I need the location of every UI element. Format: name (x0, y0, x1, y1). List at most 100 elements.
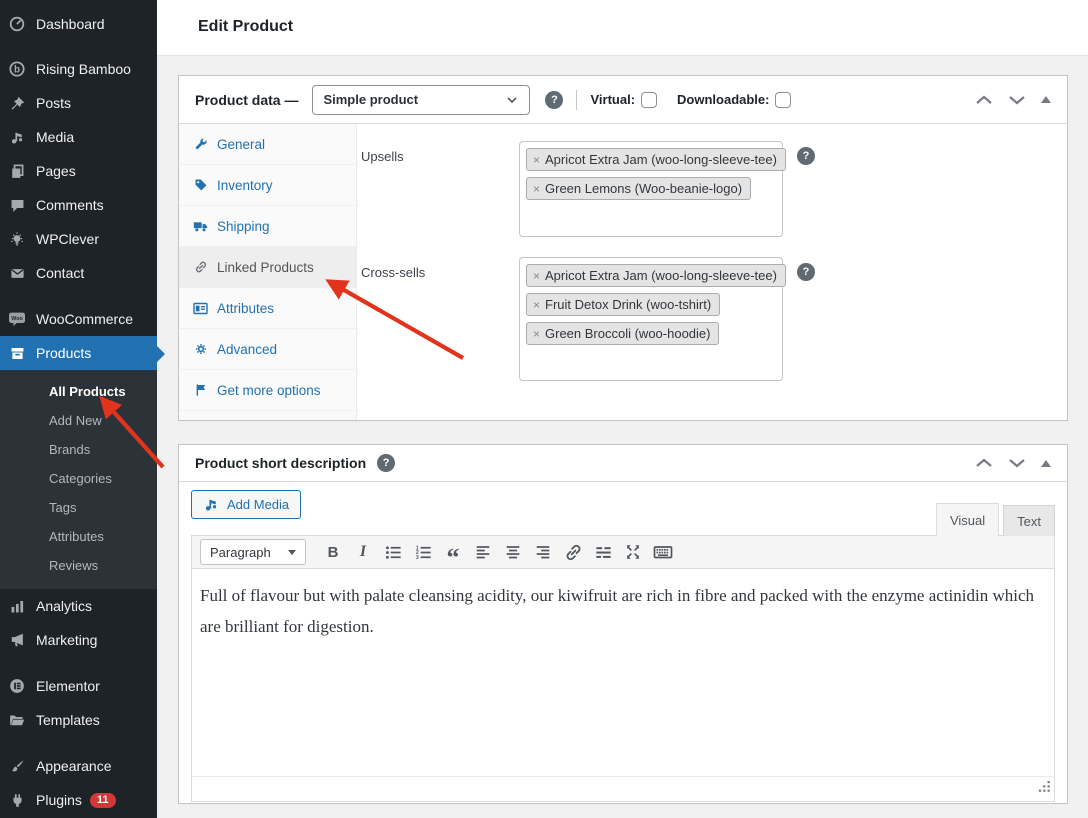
submenu-reviews[interactable]: Reviews (0, 551, 157, 580)
upsells-select[interactable]: ×Apricot Extra Jam (woo-long-sleeve-tee)… (519, 141, 783, 237)
upsell-chip[interactable]: ×Green Lemons (Woo-beanie-logo) (526, 177, 751, 200)
italic-icon[interactable]: I (348, 539, 378, 565)
media-icon (7, 127, 27, 147)
sidebar-item-contact[interactable]: Contact (0, 256, 157, 290)
tab-inventory[interactable]: Inventory (179, 165, 356, 206)
remove-chip-icon[interactable]: × (533, 269, 540, 283)
blockquote-icon[interactable]: “ (438, 539, 468, 565)
tab-attributes[interactable]: Attributes (179, 288, 356, 329)
admin-sidebar: Dashboard b Rising Bamboo Posts Media Pa… (0, 0, 157, 818)
sidebar-label: Contact (36, 265, 84, 281)
sidebar-item-wpclever[interactable]: WPClever (0, 222, 157, 256)
sidebar-label: Marketing (36, 632, 97, 648)
svg-text:3: 3 (415, 555, 418, 561)
help-icon[interactable]: ? (797, 263, 815, 281)
move-panel-up-icon[interactable] (975, 456, 993, 470)
sidebar-item-posts[interactable]: Posts (0, 86, 157, 120)
sidebar-item-pages[interactable]: Pages (0, 154, 157, 188)
align-right-icon[interactable] (528, 539, 558, 565)
tag-icon (193, 178, 208, 193)
move-panel-down-icon[interactable] (1008, 456, 1026, 470)
upsells-field: Upsells ×Apricot Extra Jam (woo-long-sle… (361, 141, 1053, 237)
product-type-select[interactable]: Simple product (312, 85, 530, 115)
virtual-checkbox[interactable] (641, 92, 657, 108)
move-panel-up-icon[interactable] (975, 93, 993, 107)
sidebar-item-woocommerce[interactable]: Woo WooCommerce (0, 302, 157, 336)
sidebar-item-marketing[interactable]: Marketing (0, 623, 157, 657)
align-center-icon[interactable] (498, 539, 528, 565)
help-icon[interactable]: ? (545, 91, 563, 109)
chevron-down-icon (505, 93, 519, 107)
tab-general[interactable]: General (179, 124, 356, 165)
cross-sells-label: Cross-sells (361, 257, 519, 381)
sidebar-item-elementor[interactable]: Elementor (0, 669, 157, 703)
wrench-icon (193, 137, 208, 152)
sidebar-item-analytics[interactable]: Analytics (0, 589, 157, 623)
cross-sell-chip[interactable]: ×Green Broccoli (woo-hoodie) (526, 322, 719, 345)
flag-icon (193, 383, 208, 398)
sidebar-label: Appearance (36, 758, 112, 774)
sidebar-item-comments[interactable]: Comments (0, 188, 157, 222)
sidebar-item-appearance[interactable]: Appearance (0, 749, 157, 783)
submenu-tags[interactable]: Tags (0, 493, 157, 522)
sidebar-item-templates[interactable]: Templates (0, 703, 157, 737)
remove-chip-icon[interactable]: × (533, 153, 540, 167)
sidebar-label: Dashboard (36, 16, 105, 32)
submenu-brands[interactable]: Brands (0, 435, 157, 464)
cross-sells-select[interactable]: ×Apricot Extra Jam (woo-long-sleeve-tee)… (519, 257, 783, 381)
help-icon[interactable]: ? (377, 454, 395, 472)
tab-linked-products[interactable]: Linked Products (179, 247, 356, 288)
bulleted-list-icon[interactable] (378, 539, 408, 565)
editor: Add Media Visual Text Paragraph B I 123 … (179, 482, 1067, 802)
add-media-button[interactable]: Add Media (191, 490, 301, 519)
tab-shipping[interactable]: Shipping (179, 206, 356, 247)
tab-text[interactable]: Text (1003, 505, 1055, 536)
remove-chip-icon[interactable]: × (533, 182, 540, 196)
read-more-icon[interactable] (588, 539, 618, 565)
tab-visual[interactable]: Visual (936, 503, 999, 536)
sidebar-item-media[interactable]: Media (0, 120, 157, 154)
remove-chip-icon[interactable]: × (533, 298, 540, 312)
tab-advanced[interactable]: Advanced (179, 329, 356, 370)
numbered-list-icon[interactable]: 123 (408, 539, 438, 565)
short-description-text: Full of flavour but with palate cleansin… (200, 581, 1045, 642)
link-icon[interactable] (558, 539, 588, 565)
sidebar-item-rising-bamboo[interactable]: b Rising Bamboo (0, 52, 157, 86)
editor-content[interactable]: Full of flavour but with palate cleansin… (192, 569, 1054, 776)
cross-sells-field: Cross-sells ×Apricot Extra Jam (woo-long… (361, 257, 1053, 381)
bold-icon[interactable]: B (318, 539, 348, 565)
page-title: Edit Product (157, 0, 1088, 36)
paragraph-dropdown[interactable]: Paragraph (200, 539, 306, 565)
downloadable-checkbox[interactable] (775, 92, 791, 108)
help-icon[interactable]: ? (797, 147, 815, 165)
sidebar-label: Plugins (36, 792, 82, 808)
short-description-header: Product short description ? (179, 445, 1067, 482)
product-data-panel: Product data — Simple product ? Virtual:… (178, 75, 1068, 421)
collapse-panel-icon[interactable] (1041, 460, 1051, 467)
cross-sell-chip[interactable]: ×Fruit Detox Drink (woo-tshirt) (526, 293, 720, 316)
fullscreen-icon[interactable] (618, 539, 648, 565)
collapse-panel-icon[interactable] (1041, 96, 1051, 103)
product-data-title: Product data — (195, 92, 298, 108)
tab-get-more-options[interactable]: Get more options (179, 370, 356, 411)
sidebar-label: Comments (36, 197, 104, 213)
resize-grip[interactable] (1038, 780, 1051, 798)
submenu-attributes[interactable]: Attributes (0, 522, 157, 551)
submenu-all-products[interactable]: All Products (0, 377, 157, 406)
move-panel-down-icon[interactable] (1008, 93, 1026, 107)
products-submenu: All Products Add New Brands Categories T… (0, 370, 157, 589)
sidebar-item-products[interactable]: Products (0, 336, 157, 370)
keyboard-icon[interactable] (648, 539, 678, 565)
elementor-icon (7, 676, 27, 696)
remove-chip-icon[interactable]: × (533, 327, 540, 341)
editor-statusbar (192, 776, 1054, 801)
sidebar-item-dashboard[interactable]: Dashboard (0, 7, 157, 41)
sidebar-label: Templates (36, 712, 100, 728)
cross-sell-chip[interactable]: ×Apricot Extra Jam (woo-long-sleeve-tee) (526, 264, 786, 287)
align-left-icon[interactable] (468, 539, 498, 565)
sidebar-item-plugins[interactable]: Plugins 11 (0, 783, 157, 817)
submenu-categories[interactable]: Categories (0, 464, 157, 493)
submenu-add-new[interactable]: Add New (0, 406, 157, 435)
upsell-chip[interactable]: ×Apricot Extra Jam (woo-long-sleeve-tee) (526, 148, 786, 171)
folder-icon (7, 710, 27, 730)
